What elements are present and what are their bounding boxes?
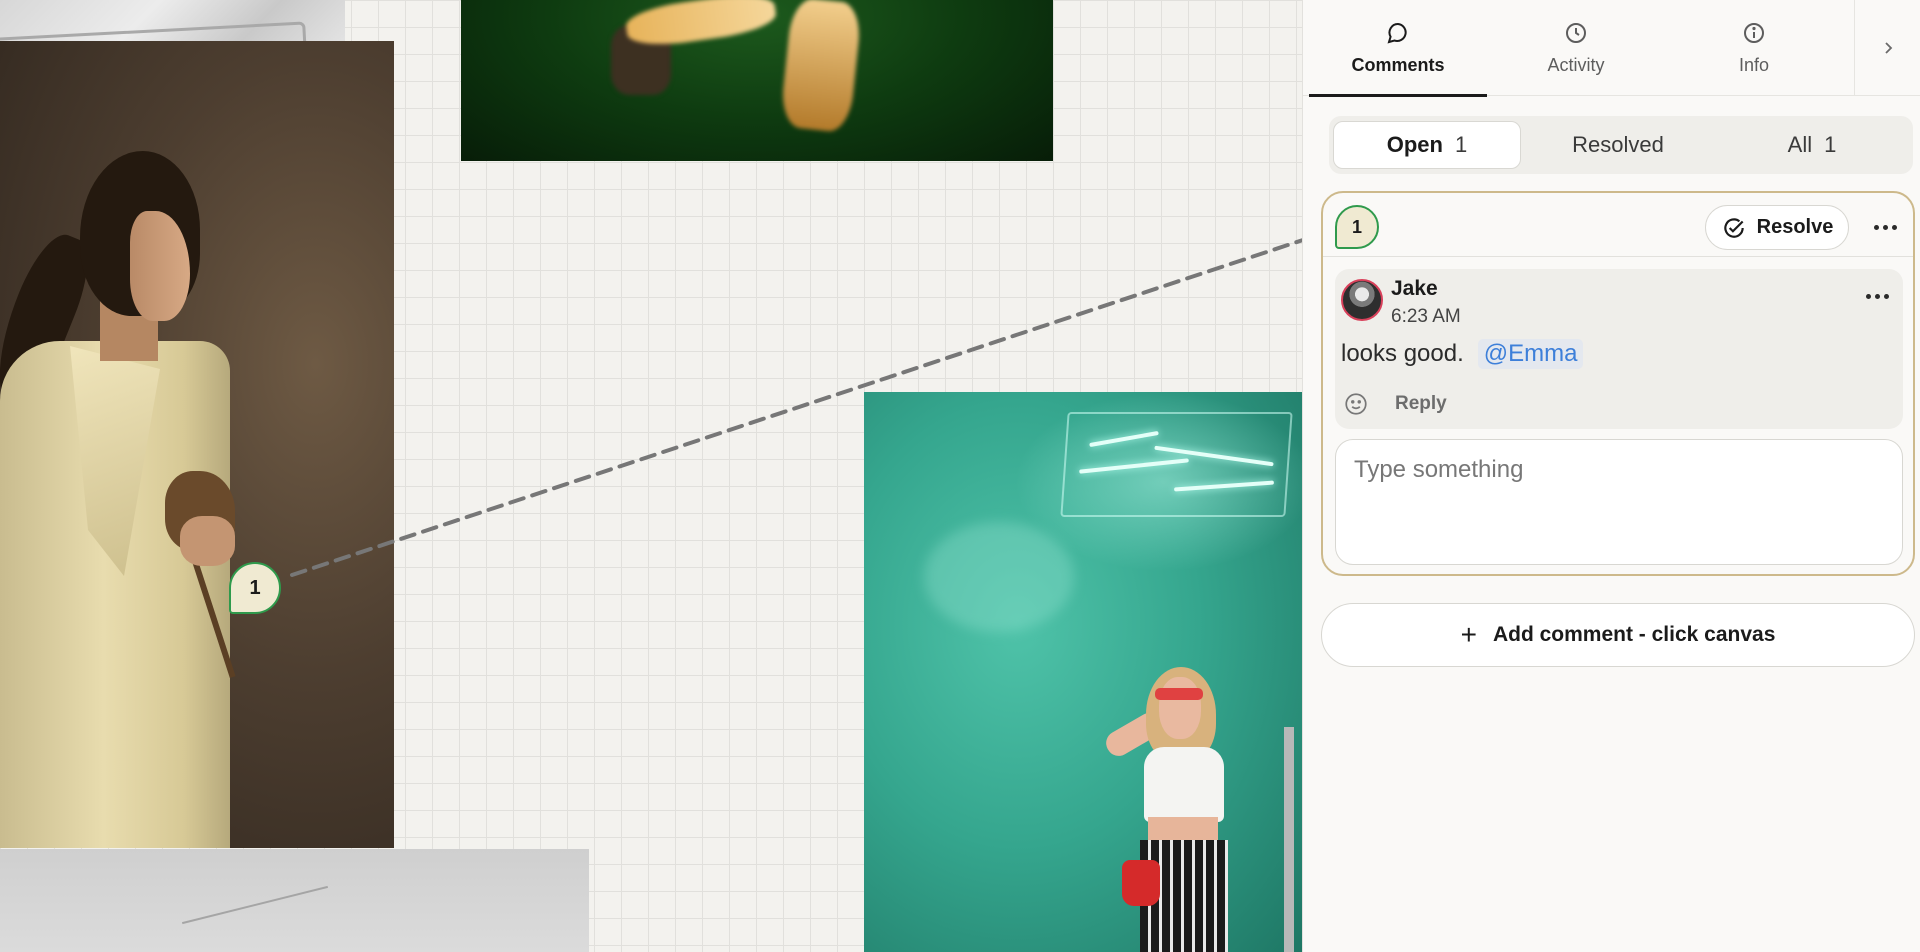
comment-timestamp: 6:23 AM [1391,306,1461,327]
pin-number: 1 [249,576,261,599]
filter-open[interactable]: Open 1 [1333,121,1521,169]
plus-icon: + [1460,619,1477,650]
expand-panel-button[interactable] [1854,0,1920,96]
canvas-comment-pin[interactable]: 1 [229,562,281,614]
add-comment-label: Add comment - click canvas [1492,623,1776,646]
check-circle-icon [1723,217,1744,238]
comment-thread-card[interactable]: 1 Resolve Jake 6:23 AM looks good. @Emma [1321,191,1915,576]
comment-author: Jake [1391,277,1438,300]
filter-open-count: 1 [1454,132,1468,157]
thread-pin-number: 1 [1351,216,1362,237]
add-reaction-button[interactable] [1341,389,1371,419]
add-comment-button[interactable]: + Add comment - click canvas [1321,603,1915,667]
design-canvas[interactable]: 1 [0,0,1302,952]
tab-comments[interactable]: Comments [1309,0,1487,97]
thread-pin-badge[interactable]: 1 [1335,205,1379,249]
smiley-icon [1345,393,1367,415]
tab-activity-label: Activity [1547,54,1605,75]
comments-panel: Comments Activity Info Open 1 Resolved A… [1302,0,1920,952]
filter-open-label: Open [1386,132,1443,157]
avatar[interactable] [1341,279,1383,321]
filter-resolved[interactable]: Resolved [1521,121,1715,169]
tab-activity[interactable]: Activity [1487,0,1665,96]
panel-tab-bar: Comments Activity Info [1303,0,1920,97]
filter-all-count: 1 [1824,132,1837,157]
image-detail [623,0,779,51]
resolve-button[interactable]: Resolve [1705,205,1849,250]
chevron-right-icon [1884,42,1892,54]
image-detail [1144,747,1224,822]
canvas-image-grey-still[interactable] [0,849,589,952]
reply-input[interactable] [1335,439,1903,565]
info-icon [1744,22,1764,43]
comment-more-options-icon[interactable] [1859,281,1895,311]
reply-button[interactable]: Reply [1395,393,1447,415]
clock-icon [1566,22,1586,43]
comment-item: Jake 6:23 AM looks good. @Emma Reply [1335,269,1903,429]
canvas-image-glowing-figure[interactable] [461,0,1053,161]
tab-info[interactable]: Info [1665,0,1843,96]
image-detail [1155,688,1203,700]
image-detail [779,0,863,134]
image-detail [180,516,235,566]
comment-filter-bar: Open 1 Resolved All 1 [1329,116,1913,174]
canvas-image-neon-wall[interactable] [864,392,1302,952]
comment-text: looks good. [1341,340,1464,367]
neon-sign [1060,412,1293,517]
resolve-label: Resolve [1756,216,1834,238]
comment-bubble-icon [1387,22,1407,43]
comment-body: looks good. @Emma [1341,339,1584,369]
canvas-image-woman-portrait[interactable] [0,41,394,848]
filter-all-label: All [1787,132,1813,157]
image-detail [924,522,1074,632]
user-mention[interactable]: @Emma [1477,339,1584,369]
filter-all[interactable]: All 1 [1715,121,1909,169]
image-detail [1122,860,1160,906]
image-detail [1159,677,1201,739]
tab-info-label: Info [1738,54,1770,75]
tab-comments-label: Comments [1351,54,1445,75]
image-detail [1284,727,1294,952]
filter-resolved-label: Resolved [1572,132,1664,157]
thread-more-options-icon[interactable] [1867,212,1903,242]
